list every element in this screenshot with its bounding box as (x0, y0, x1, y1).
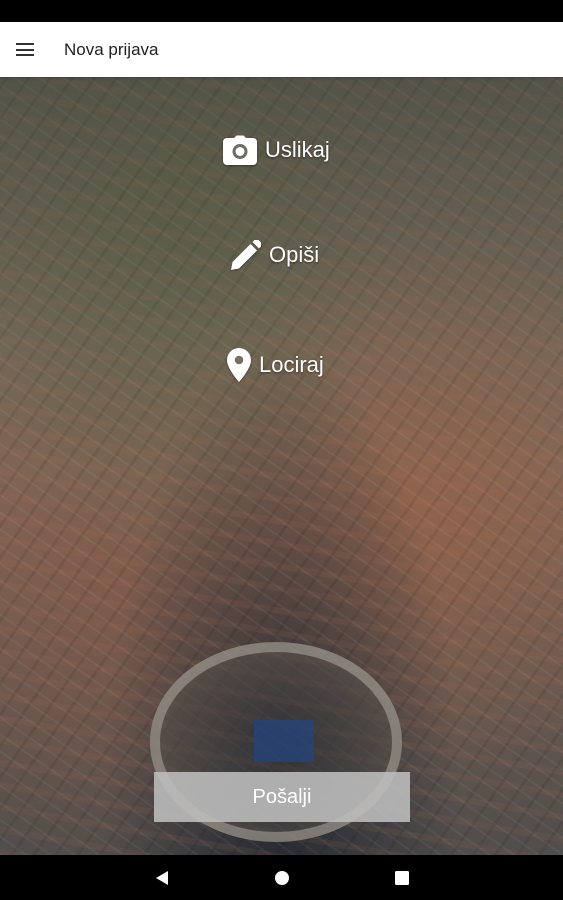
recents-button[interactable] (342, 855, 462, 900)
recents-square-icon (394, 870, 409, 885)
back-button[interactable] (102, 855, 222, 900)
take-photo-action[interactable]: Uslikaj (223, 135, 330, 165)
pencil-icon (231, 240, 261, 270)
describe-action[interactable]: Opiši (231, 240, 319, 270)
send-button[interactable]: Pošalji (154, 772, 410, 822)
describe-label: Opiši (269, 242, 320, 267)
home-button[interactable] (222, 855, 342, 900)
camera-icon (223, 135, 257, 165)
back-triangle-icon (155, 870, 168, 885)
status-bar (0, 0, 563, 22)
navigation-bar (0, 855, 563, 900)
background-aerial-photo (0, 77, 563, 855)
take-photo-label: Uslikaj (265, 137, 330, 162)
locate-action[interactable]: Lociraj (227, 348, 324, 382)
overlay (0, 77, 563, 855)
home-circle-icon (274, 870, 289, 885)
location-pin-icon (227, 348, 251, 382)
menu-button[interactable] (0, 22, 50, 77)
page-title: Nova prijava (64, 39, 159, 59)
menu-icon (16, 43, 34, 56)
app-bar: Nova prijava (0, 22, 563, 77)
locate-label: Lociraj (259, 352, 324, 377)
